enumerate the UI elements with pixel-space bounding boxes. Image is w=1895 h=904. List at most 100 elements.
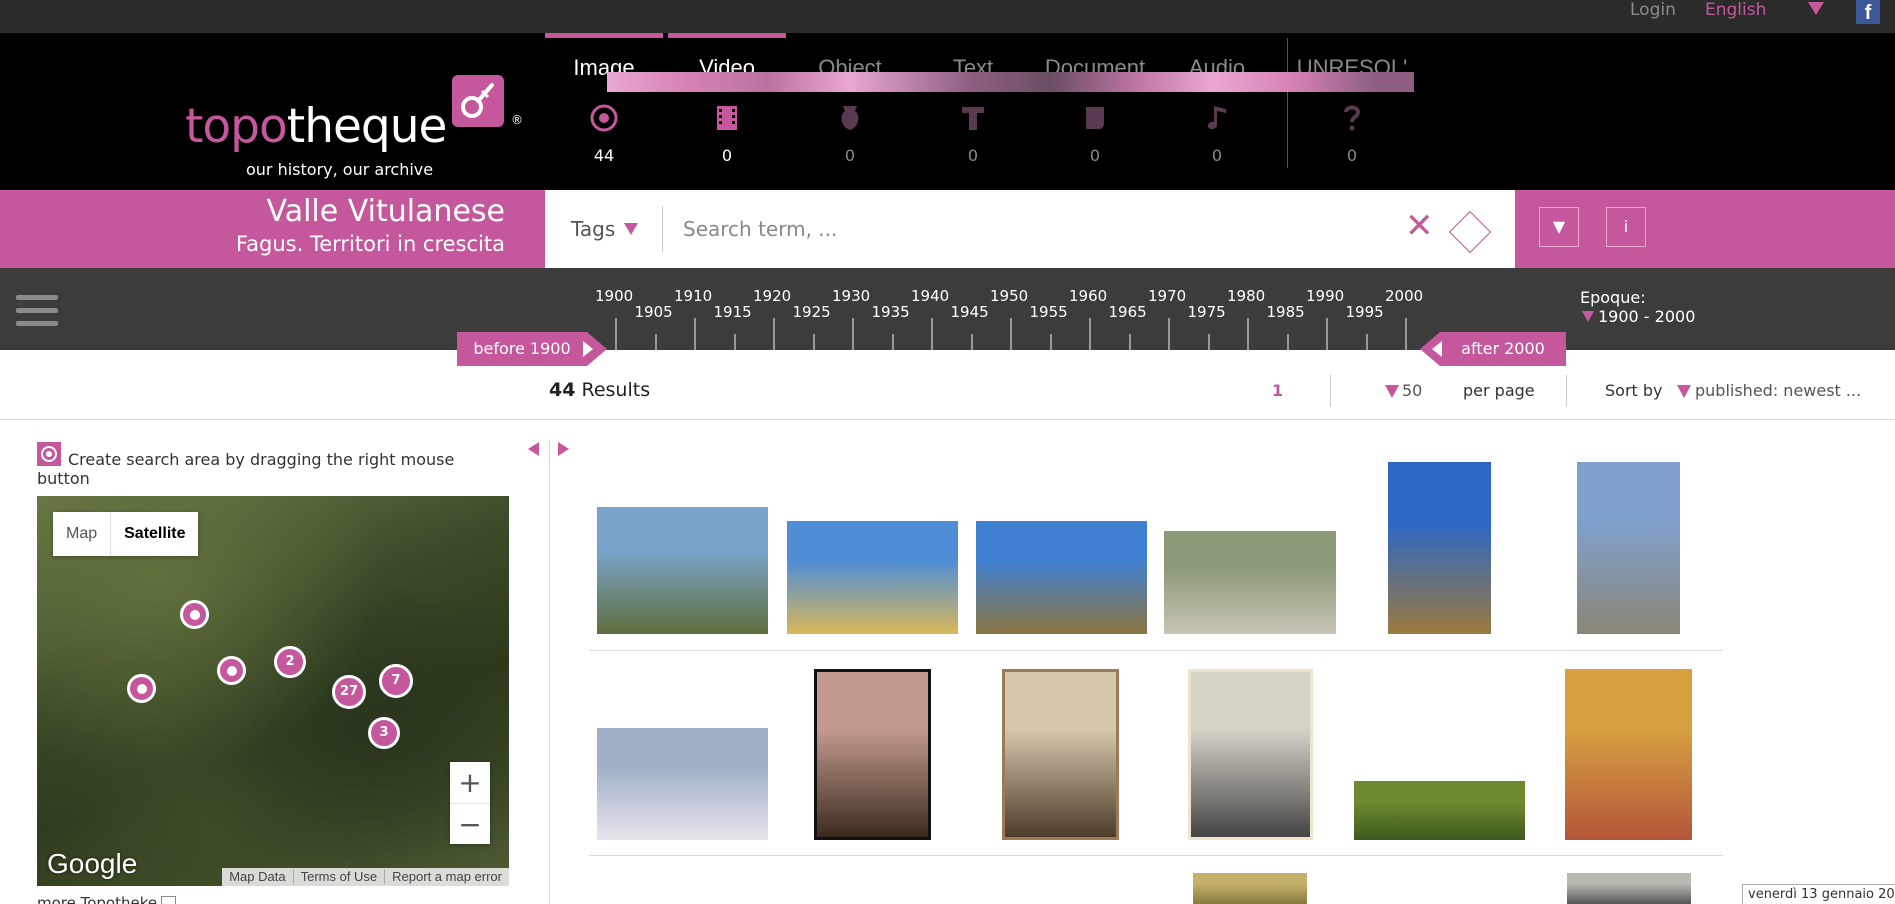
facebook-icon[interactable]: f bbox=[1856, 0, 1880, 24]
filter-dropdown-button[interactable]: ▼ bbox=[1539, 207, 1579, 247]
active-indicator bbox=[545, 33, 663, 38]
zoom-out-button[interactable]: − bbox=[450, 803, 490, 844]
diamond-icon[interactable] bbox=[1448, 210, 1492, 254]
chevron-down-icon[interactable] bbox=[624, 223, 638, 235]
media-tab-audio[interactable]: Audio 0 bbox=[1158, 33, 1276, 190]
timeline-year-label: 1990 bbox=[1306, 287, 1345, 305]
expand-right-icon[interactable] bbox=[558, 442, 569, 456]
per-page-dropdown[interactable]: 50 bbox=[1384, 381, 1422, 400]
seated-priest-photo[interactable] bbox=[1002, 669, 1119, 840]
header: topotheque ® our history, our archive Im… bbox=[0, 33, 1895, 190]
archive-title[interactable]: Valle Vitulanese bbox=[267, 194, 506, 229]
timeline-tick bbox=[654, 334, 657, 350]
timeline-band: Epoque: 1900 - 2000 bbox=[0, 268, 1895, 350]
mountain-path-photo[interactable] bbox=[597, 507, 768, 634]
timeline-year-label: 1940 bbox=[911, 287, 950, 305]
map-zoom-control: + − bbox=[450, 762, 490, 844]
tags-dropdown[interactable]: Tags bbox=[571, 217, 615, 241]
forest-meadow-photo[interactable] bbox=[1354, 781, 1525, 840]
timeline-tick bbox=[1168, 318, 1170, 350]
search-bar: Tags ✕ bbox=[545, 190, 1515, 268]
document-icon bbox=[1086, 107, 1104, 130]
timeline-tick bbox=[1128, 334, 1131, 350]
row-divider bbox=[589, 855, 1723, 856]
map-cluster-marker[interactable]: 3 bbox=[368, 717, 400, 749]
timeline-tick bbox=[694, 318, 696, 350]
timeline-year-label: 1915 bbox=[713, 303, 752, 321]
archive-title-band: Valle Vitulanese Fagus. Territori in cre… bbox=[0, 190, 545, 268]
report-map-error-link[interactable]: Report a map error bbox=[384, 869, 509, 884]
terms-of-use-link[interactable]: Terms of Use bbox=[292, 869, 385, 884]
hamburger-menu-icon[interactable] bbox=[16, 295, 58, 334]
results-count: 44 Results bbox=[549, 379, 651, 401]
tower-building-photo[interactable] bbox=[1577, 462, 1680, 634]
chevron-down-icon[interactable] bbox=[1808, 2, 1824, 15]
media-tab-document[interactable]: Document 0 bbox=[1036, 33, 1154, 190]
active-indicator bbox=[668, 33, 786, 38]
media-tab-object[interactable]: Object 0 bbox=[791, 33, 909, 190]
audio-icon bbox=[1207, 106, 1226, 130]
collapse-left-icon[interactable] bbox=[528, 442, 539, 456]
valley-panorama-photo[interactable] bbox=[976, 521, 1147, 634]
topotheque-logo[interactable]: topotheque bbox=[185, 99, 447, 154]
street-scene-photo[interactable] bbox=[1567, 873, 1691, 904]
divider bbox=[1287, 38, 1288, 168]
satellite-map[interactable]: Map Satellite 2 27 7 3 + − Google Map Dat… bbox=[37, 496, 509, 886]
zoom-in-button[interactable]: + bbox=[450, 762, 490, 803]
timeline-year-label: 1960 bbox=[1069, 287, 1108, 305]
divider bbox=[549, 440, 550, 904]
media-tab-image[interactable]: Image 44 bbox=[545, 33, 663, 190]
logo-tagline: our history, our archive bbox=[246, 160, 434, 179]
timeline-year-label: 1930 bbox=[832, 287, 871, 305]
stone-fountain-photo[interactable] bbox=[1164, 531, 1336, 634]
map-type-control: Map Satellite bbox=[53, 512, 199, 556]
arrow-right-icon bbox=[583, 341, 593, 357]
media-tab-text[interactable]: Text 0 bbox=[914, 33, 1032, 190]
media-tab-unresol[interactable]: UNRESOL' 0 bbox=[1287, 33, 1411, 190]
map-type-map-button[interactable]: Map bbox=[53, 512, 110, 556]
map-attribution: Map Data Terms of Use Report a map error bbox=[222, 868, 509, 886]
search-input[interactable] bbox=[683, 208, 1333, 250]
timeline-density-strip[interactable] bbox=[607, 72, 1414, 92]
timeline-year-label: 1925 bbox=[792, 303, 831, 321]
snowy-bench-photo[interactable] bbox=[597, 728, 768, 840]
media-tab-count: 0 bbox=[1211, 146, 1223, 165]
map-data-link[interactable]: Map Data bbox=[222, 869, 292, 884]
media-tab-video[interactable]: Video 0 bbox=[668, 33, 786, 190]
yellow-church-photo[interactable] bbox=[787, 521, 958, 634]
top-bar: Login English f bbox=[0, 0, 1895, 33]
timeline-year-label: 1985 bbox=[1266, 303, 1305, 321]
timeline-tick bbox=[852, 318, 854, 350]
sort-dropdown[interactable]: published: newest ... bbox=[1676, 381, 1861, 400]
more-topotheke-option: more Topotheke bbox=[37, 894, 177, 904]
info-button[interactable]: i bbox=[1606, 207, 1646, 247]
registered-mark: ® bbox=[511, 113, 523, 127]
divider bbox=[1330, 375, 1331, 407]
map-cluster-marker[interactable]: 27 bbox=[332, 675, 366, 709]
war-memorial-photo[interactable] bbox=[1388, 462, 1491, 634]
timeline-tick bbox=[1010, 318, 1012, 350]
epoque-selector[interactable]: Epoque: 1900 - 2000 bbox=[1580, 288, 1695, 326]
painting-photo[interactable] bbox=[1193, 873, 1307, 904]
map-cluster-marker[interactable]: 2 bbox=[274, 646, 306, 678]
epoque-value[interactable]: 1900 - 2000 bbox=[1580, 307, 1695, 326]
login-link[interactable]: Login bbox=[1630, 0, 1676, 20]
group-portrait-photo[interactable] bbox=[1188, 669, 1313, 840]
more-topotheke-checkbox[interactable] bbox=[161, 896, 177, 904]
map-marker[interactable] bbox=[127, 674, 156, 703]
clear-icon[interactable]: ✕ bbox=[1405, 206, 1434, 246]
timeline-tick bbox=[812, 334, 815, 350]
colorful-street-photo[interactable] bbox=[1565, 669, 1692, 840]
timeline-tick bbox=[1286, 334, 1289, 350]
map-marker[interactable] bbox=[180, 600, 209, 629]
page-number[interactable]: 1 bbox=[1272, 381, 1283, 400]
media-tab-count: 44 bbox=[593, 146, 615, 165]
map-cluster-marker[interactable]: 7 bbox=[379, 664, 413, 698]
video-icon bbox=[717, 106, 737, 130]
timeline-tick bbox=[1247, 318, 1249, 350]
map-type-satellite-button[interactable]: Satellite bbox=[110, 512, 198, 556]
language-selector[interactable]: English bbox=[1705, 0, 1766, 20]
sort-label: Sort by bbox=[1605, 381, 1663, 400]
map-marker[interactable] bbox=[217, 656, 246, 685]
church-bell-tower-photo[interactable] bbox=[814, 669, 931, 840]
